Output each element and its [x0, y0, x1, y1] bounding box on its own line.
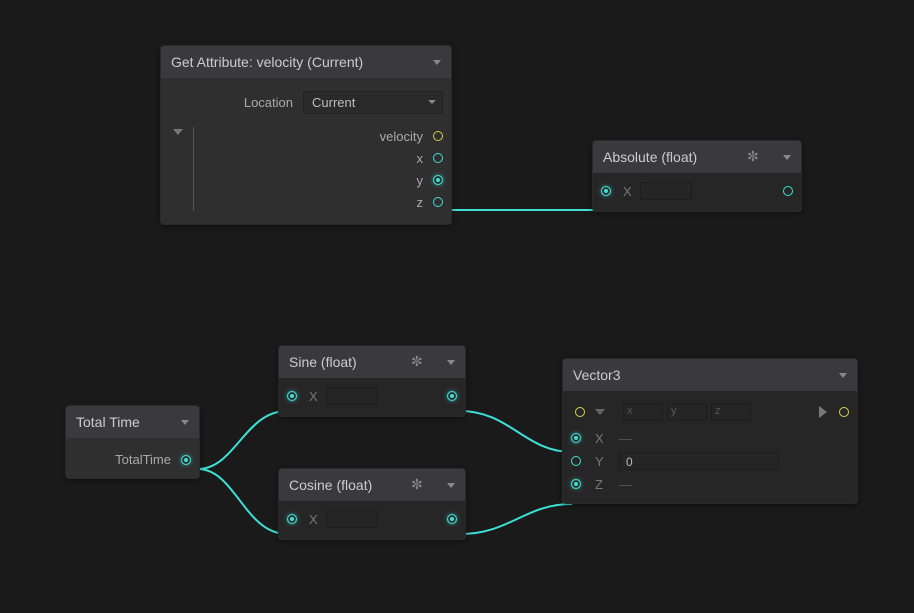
node-body: TotalTime — [66, 438, 199, 478]
node-body: X — [593, 173, 801, 211]
output-port-x[interactable] — [433, 153, 443, 163]
output-port-vec[interactable] — [839, 407, 849, 417]
output-port-y[interactable] — [433, 175, 443, 185]
input-field-x[interactable] — [326, 387, 378, 405]
node-header[interactable]: Total Time — [66, 406, 199, 438]
node-header[interactable]: Vector3 — [563, 359, 857, 391]
location-dropdown[interactable]: Current — [303, 91, 443, 114]
input-port-y[interactable] — [571, 456, 581, 466]
inline-z[interactable]: z — [711, 403, 751, 421]
gear-icon[interactable] — [411, 355, 425, 369]
chevron-down-icon[interactable] — [447, 360, 455, 365]
gear-icon[interactable] — [411, 478, 425, 492]
chevron-down-icon[interactable] — [783, 155, 791, 160]
row-label-z: Z — [595, 477, 609, 492]
node-total-time[interactable]: Total Time TotalTime — [65, 405, 200, 479]
node-absolute[interactable]: Absolute (float) X — [592, 140, 802, 212]
chevron-down-icon[interactable] — [181, 420, 189, 425]
row-value-x: — — [619, 431, 632, 446]
node-sine[interactable]: Sine (float) X — [278, 345, 466, 417]
row-label-y: Y — [595, 454, 609, 469]
param-label: Location — [244, 95, 293, 110]
output-port-z[interactable] — [433, 197, 443, 207]
node-title: Get Attribute: velocity (Current) — [171, 54, 427, 70]
chevron-down-icon[interactable] — [447, 483, 455, 488]
gear-icon[interactable] — [747, 150, 761, 164]
output-port[interactable] — [447, 391, 457, 401]
output-label-velocity: velocity — [380, 129, 423, 144]
row-field-y[interactable]: 0 — [619, 452, 779, 470]
node-title: Absolute (float) — [603, 149, 741, 165]
node-vector3[interactable]: Vector3 x y z X — — [562, 358, 858, 504]
input-field-x[interactable] — [640, 182, 692, 200]
node-body: Location Current velocity x y — [161, 78, 451, 224]
node-header[interactable]: Cosine (float) — [279, 469, 465, 501]
node-body: X — [279, 501, 465, 539]
collapse-icon[interactable] — [595, 409, 605, 415]
input-label-x: X — [623, 184, 632, 199]
output-label-x: x — [417, 151, 424, 166]
output-port[interactable] — [181, 455, 191, 465]
collapse-icon[interactable] — [173, 129, 183, 135]
dropdown-value: Current — [312, 95, 355, 110]
node-title: Vector3 — [573, 367, 833, 383]
input-port-x[interactable] — [571, 433, 581, 443]
inline-y[interactable]: y — [667, 403, 707, 421]
output-label: TotalTime — [115, 452, 171, 467]
divider — [193, 127, 194, 211]
input-label-x: X — [309, 512, 318, 527]
row-label-x: X — [595, 431, 609, 446]
input-port-x[interactable] — [287, 514, 297, 524]
play-icon[interactable] — [819, 406, 827, 418]
row-value-z: — — [619, 477, 632, 492]
node-title: Sine (float) — [289, 354, 405, 370]
output-port[interactable] — [447, 514, 457, 524]
input-label-x: X — [309, 389, 318, 404]
node-get-attribute[interactable]: Get Attribute: velocity (Current) Locati… — [160, 45, 452, 225]
node-header[interactable]: Get Attribute: velocity (Current) — [161, 46, 451, 78]
node-title: Cosine (float) — [289, 477, 405, 493]
node-body: X — [279, 378, 465, 416]
output-label-y: y — [417, 173, 424, 188]
xyz-inline: x y z — [623, 403, 751, 421]
chevron-down-icon[interactable] — [433, 60, 441, 65]
output-label-z: z — [417, 195, 424, 210]
node-body: x y z X — Y 0 Z — — [563, 391, 857, 503]
node-title: Total Time — [76, 414, 175, 430]
input-field-x[interactable] — [326, 510, 378, 528]
node-header[interactable]: Sine (float) — [279, 346, 465, 378]
output-port[interactable] — [783, 186, 793, 196]
chevron-down-icon[interactable] — [839, 373, 847, 378]
input-port-x[interactable] — [601, 186, 611, 196]
input-port-x[interactable] — [287, 391, 297, 401]
node-cosine[interactable]: Cosine (float) X — [278, 468, 466, 540]
input-port-z[interactable] — [571, 479, 581, 489]
output-port-velocity[interactable] — [433, 131, 443, 141]
inline-x[interactable]: x — [623, 403, 663, 421]
node-header[interactable]: Absolute (float) — [593, 141, 801, 173]
inline-vec-port[interactable] — [575, 407, 585, 417]
